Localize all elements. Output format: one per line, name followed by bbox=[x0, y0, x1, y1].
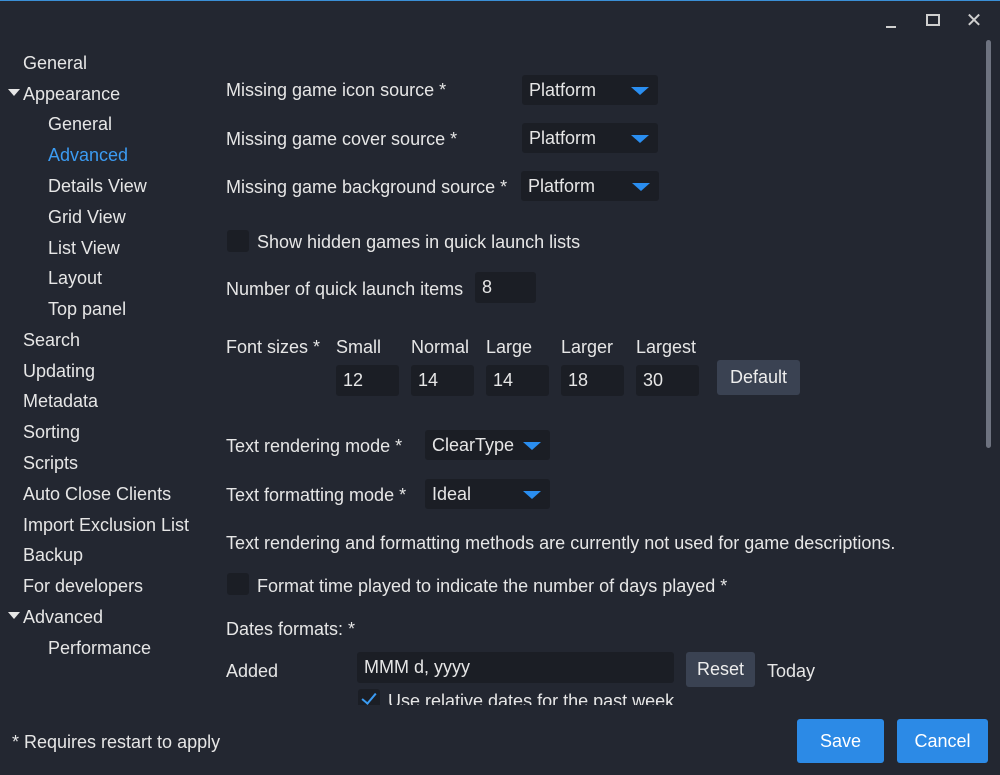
icon-source-dropdown[interactable]: Platform bbox=[522, 75, 658, 105]
minimize-icon[interactable] bbox=[879, 8, 903, 32]
text-methods-note: Text rendering and formatting methods ar… bbox=[226, 533, 896, 553]
dropdown-arrow-icon bbox=[631, 135, 649, 143]
sidebar-item-appearance-general[interactable]: General bbox=[48, 112, 112, 136]
sidebar-item-performance[interactable]: Performance bbox=[48, 636, 151, 660]
show-hidden-label[interactable]: Show hidden games in quick launch lists bbox=[257, 230, 580, 254]
text-formatting-label: Text formatting mode * bbox=[226, 485, 407, 505]
font-size-normal-input[interactable]: 14 bbox=[411, 365, 474, 396]
close-icon[interactable]: ✕ bbox=[962, 8, 986, 32]
cover-source-value: Platform bbox=[529, 128, 597, 148]
quick-launch-label: Number of quick launch items bbox=[226, 279, 464, 299]
relative-dates-label[interactable]: Use relative dates for the past week bbox=[388, 689, 674, 705]
show-hidden-checkbox[interactable] bbox=[227, 230, 249, 252]
date-added-format-input[interactable]: MMM d, yyyy bbox=[357, 652, 674, 683]
font-size-large-input[interactable]: 14 bbox=[486, 365, 549, 396]
dropdown-arrow-icon bbox=[631, 87, 649, 95]
settings-panel: Missing game icon source * Platform Miss… bbox=[210, 40, 980, 705]
sidebar-item-for-developers[interactable]: For developers bbox=[23, 574, 143, 598]
sidebar-item-details-view[interactable]: Details View bbox=[48, 174, 147, 198]
dates-formats-label: Dates formats: * bbox=[226, 619, 356, 639]
font-size-small-label: Small bbox=[336, 337, 382, 357]
relative-dates-checkbox[interactable] bbox=[358, 689, 380, 705]
background-source-value: Platform bbox=[528, 176, 596, 196]
sidebar-item-import-exclusion-list[interactable]: Import Exclusion List bbox=[23, 513, 189, 537]
cancel-button[interactable]: Cancel bbox=[897, 719, 988, 763]
sidebar-item-general[interactable]: General bbox=[23, 51, 87, 75]
sidebar-item-grid-view[interactable]: Grid View bbox=[48, 205, 126, 229]
text-rendering-dropdown[interactable]: ClearType bbox=[425, 430, 550, 460]
expand-caret-icon[interactable] bbox=[8, 612, 20, 619]
sidebar-item-search[interactable]: Search bbox=[23, 328, 80, 352]
font-size-largest-input[interactable]: 30 bbox=[636, 365, 699, 396]
sidebar-item-sorting[interactable]: Sorting bbox=[23, 420, 80, 444]
sidebar-item-metadata[interactable]: Metadata bbox=[23, 389, 98, 413]
window-top-border bbox=[0, 0, 1000, 1]
vertical-scrollbar[interactable] bbox=[986, 40, 991, 448]
sidebar-item-scripts[interactable]: Scripts bbox=[23, 451, 78, 475]
dropdown-arrow-icon bbox=[523, 491, 541, 499]
background-source-label: Missing game background source * bbox=[226, 177, 508, 197]
sidebar-item-auto-close-clients[interactable]: Auto Close Clients bbox=[23, 482, 171, 506]
text-formatting-dropdown[interactable]: Ideal bbox=[425, 479, 550, 509]
expand-caret-icon[interactable] bbox=[8, 89, 20, 96]
sidebar-item-appearance-advanced[interactable]: Advanced bbox=[48, 143, 128, 167]
restart-note: * Requires restart to apply bbox=[12, 732, 221, 752]
sidebar-item-appearance[interactable]: Appearance bbox=[23, 82, 120, 106]
format-time-checkbox[interactable] bbox=[227, 573, 249, 595]
sidebar-item-layout[interactable]: Layout bbox=[48, 266, 102, 290]
quick-launch-input[interactable]: 8 bbox=[475, 272, 536, 303]
dropdown-arrow-icon bbox=[523, 442, 541, 450]
font-size-normal-label: Normal bbox=[411, 337, 470, 357]
cover-source-label: Missing game cover source * bbox=[226, 129, 458, 149]
text-rendering-label: Text rendering mode * bbox=[226, 436, 403, 456]
text-formatting-value: Ideal bbox=[432, 484, 472, 504]
sidebar-item-advanced[interactable]: Advanced bbox=[23, 605, 103, 629]
date-preview: Today bbox=[767, 661, 816, 681]
icon-source-label: Missing game icon source * bbox=[226, 80, 447, 100]
cover-source-dropdown[interactable]: Platform bbox=[522, 123, 658, 153]
text-rendering-value: ClearType bbox=[432, 435, 515, 455]
date-reset-button[interactable]: Reset bbox=[686, 652, 755, 687]
font-size-larger-label: Larger bbox=[561, 337, 614, 357]
background-source-dropdown[interactable]: Platform bbox=[521, 171, 659, 201]
sidebar-item-list-view[interactable]: List View bbox=[48, 236, 120, 260]
date-added-label: Added bbox=[226, 661, 279, 681]
format-time-label[interactable]: Format time played to indicate the numbe… bbox=[257, 574, 727, 598]
font-size-large-label: Large bbox=[486, 337, 533, 357]
sidebar-item-top-panel[interactable]: Top panel bbox=[48, 297, 126, 321]
sidebar-item-backup[interactable]: Backup bbox=[23, 543, 83, 567]
font-size-small-input[interactable]: 12 bbox=[336, 365, 399, 396]
sidebar-item-updating[interactable]: Updating bbox=[23, 359, 95, 383]
dropdown-arrow-icon bbox=[632, 183, 650, 191]
icon-source-value: Platform bbox=[529, 80, 597, 100]
font-sizes-label: Font sizes * bbox=[226, 337, 321, 357]
save-button[interactable]: Save bbox=[797, 719, 884, 763]
font-default-button[interactable]: Default bbox=[717, 360, 800, 395]
font-size-larger-input[interactable]: 18 bbox=[561, 365, 624, 396]
font-size-largest-label: Largest bbox=[636, 337, 697, 357]
maximize-icon[interactable] bbox=[921, 8, 945, 32]
